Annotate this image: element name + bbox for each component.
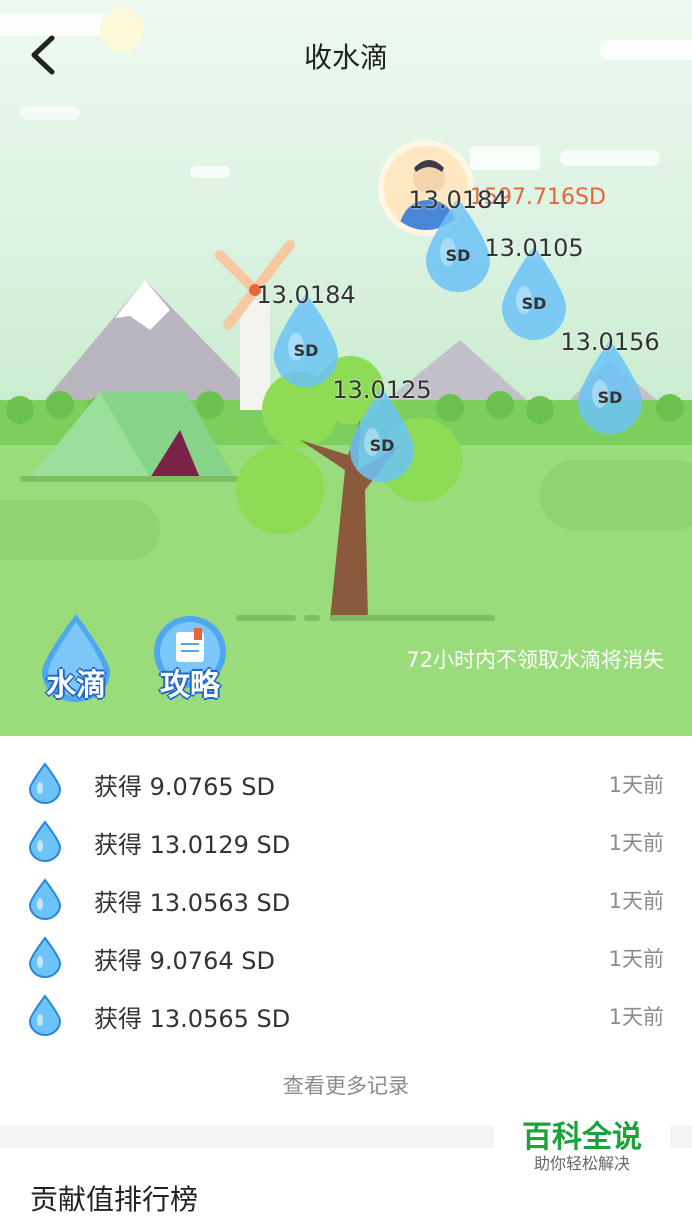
watermark-logo: 百科全说 助你轻松解决 — [494, 1108, 670, 1176]
expiry-hint: 72小时内不领取水滴将消失 — [406, 648, 664, 672]
list-item: 获得 13.0565 SD 1天前 — [0, 986, 692, 1044]
water-drop-button[interactable]: 水滴 — [38, 612, 114, 703]
record-text: 获得 13.0129 SD — [94, 831, 291, 859]
drop-unit: SD — [369, 436, 395, 455]
view-more-link[interactable]: 查看更多记录 — [0, 1070, 692, 1100]
water-drop[interactable]: 13.0156 SD — [560, 328, 660, 436]
record-time: 1天前 — [608, 889, 664, 913]
water-drop[interactable]: 13.0105 SD — [484, 234, 584, 342]
record-time: 1天前 — [608, 831, 664, 855]
drop-value: 13.0105 — [484, 234, 584, 262]
record-text: 获得 9.0765 SD — [94, 773, 275, 801]
drop-value: 13.0156 — [560, 328, 660, 356]
drop-value: 13.0125 — [332, 376, 432, 404]
guide-button-label: 攻略 — [160, 668, 220, 703]
list-item: 获得 13.0129 SD 1天前 — [0, 812, 692, 870]
watermark-slogan: 助你轻松解决 — [533, 1154, 630, 1173]
list-item: 获得 13.0563 SD 1天前 — [0, 870, 692, 928]
drop-value: 13.0184 — [256, 281, 356, 309]
list-item: 获得 9.0765 SD 1天前 — [0, 754, 692, 812]
guide-button[interactable]: 攻略 — [152, 612, 228, 703]
record-time: 1天前 — [608, 1005, 664, 1029]
ranking-title: 贡献值排行榜 — [30, 1183, 199, 1216]
record-text: 获得 13.0563 SD — [94, 889, 291, 917]
top-bar: 收水滴 — [0, 0, 692, 110]
drop-unit: SD — [293, 341, 319, 360]
water-drop-icon — [28, 936, 62, 978]
water-drop-icon — [28, 820, 62, 862]
record-list: 获得 9.0765 SD 1天前 获得 13.0129 SD 1天前 获得 13… — [0, 754, 692, 1044]
user-name-masked — [470, 146, 540, 170]
drop-unit: SD — [597, 388, 623, 407]
water-button-label: 水滴 — [46, 668, 106, 703]
page-title: 收水滴 — [303, 41, 388, 74]
water-drop[interactable]: 13.0125 SD — [332, 376, 432, 484]
drop-value: 13.0184 — [408, 186, 508, 214]
water-drop-icon — [28, 762, 62, 804]
forest-scene: 收水滴 1597.716SD 13.0184 SD 13.0105 SD 13.… — [0, 0, 692, 736]
record-text: 获得 13.0565 SD — [94, 1005, 291, 1033]
water-drop[interactable]: 13.0184 SD — [256, 281, 356, 389]
water-drop-icon — [28, 994, 62, 1036]
record-text: 获得 9.0764 SD — [94, 947, 275, 975]
drop-unit: SD — [521, 294, 547, 313]
water-drop-icon — [28, 878, 62, 920]
record-time: 1天前 — [608, 773, 664, 797]
record-time: 1天前 — [608, 947, 664, 971]
list-item: 获得 9.0764 SD 1天前 — [0, 928, 692, 986]
